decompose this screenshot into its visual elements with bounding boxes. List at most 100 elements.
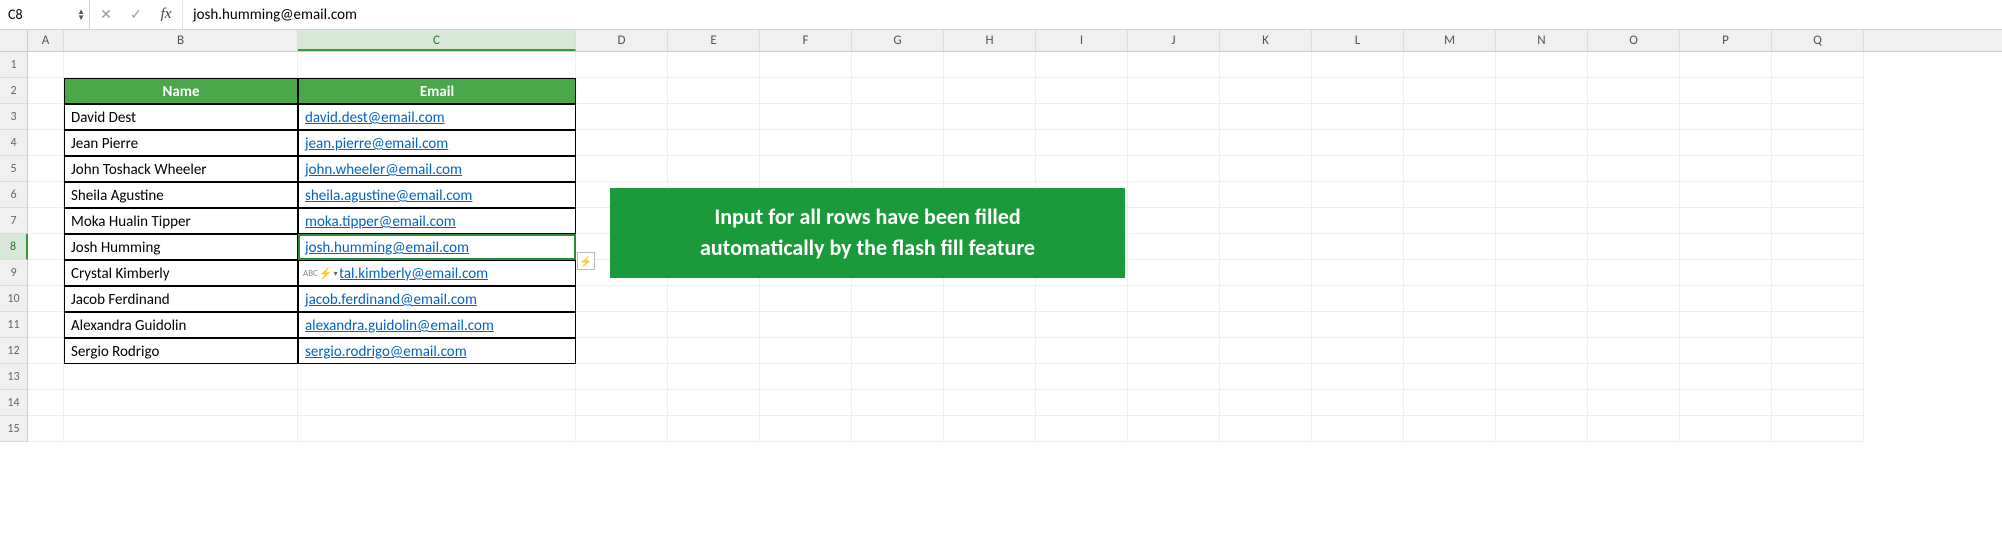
cell-L10[interactable]	[1312, 286, 1404, 312]
email-link[interactable]: alexandra.guidolin@email.com	[305, 317, 494, 335]
cell-P5[interactable]	[1680, 156, 1772, 182]
cell-J4[interactable]	[1128, 130, 1220, 156]
cell-J13[interactable]	[1128, 364, 1220, 390]
cell-E14[interactable]	[668, 390, 760, 416]
cell-A14[interactable]	[28, 390, 64, 416]
cell-P4[interactable]	[1680, 130, 1772, 156]
email-link[interactable]: sheila.agustine@email.com	[305, 187, 472, 205]
cell-M5[interactable]	[1404, 156, 1496, 182]
cell-F10[interactable]	[760, 286, 852, 312]
cell-C6[interactable]: sheila.agustine@email.com	[298, 182, 576, 208]
cell-K8[interactable]	[1220, 234, 1312, 260]
cell-D2[interactable]	[576, 78, 668, 104]
cell-D10[interactable]	[576, 286, 668, 312]
row-header-7[interactable]: 7	[0, 208, 28, 234]
cell-N5[interactable]	[1496, 156, 1588, 182]
column-header-P[interactable]: P	[1680, 30, 1772, 51]
cell-H3[interactable]	[944, 104, 1036, 130]
cell-M8[interactable]	[1404, 234, 1496, 260]
cell-C2[interactable]: Email	[298, 78, 576, 104]
cell-I12[interactable]	[1036, 338, 1128, 364]
cell-P3[interactable]	[1680, 104, 1772, 130]
cell-D15[interactable]	[576, 416, 668, 442]
cell-J3[interactable]	[1128, 104, 1220, 130]
cell-E5[interactable]	[668, 156, 760, 182]
cell-B12[interactable]: Sergio Rodrigo	[64, 338, 298, 364]
cell-B10[interactable]: Jacob Ferdinand	[64, 286, 298, 312]
column-header-K[interactable]: K	[1220, 30, 1312, 51]
cell-G2[interactable]	[852, 78, 944, 104]
cell-E12[interactable]	[668, 338, 760, 364]
cell-L12[interactable]	[1312, 338, 1404, 364]
row-header-10[interactable]: 10	[0, 286, 28, 312]
cell-F5[interactable]	[760, 156, 852, 182]
cell-B14[interactable]	[64, 390, 298, 416]
cell-C9[interactable]: ABC⚡▾tal.kimberly@email.com	[298, 260, 576, 286]
cell-B4[interactable]: Jean Pierre	[64, 130, 298, 156]
cell-K3[interactable]	[1220, 104, 1312, 130]
flash-fill-icon[interactable]: ABC⚡▾	[301, 261, 340, 286]
column-header-L[interactable]: L	[1312, 30, 1404, 51]
cell-J9[interactable]	[1128, 260, 1220, 286]
email-link[interactable]: moka.tipper@email.com	[305, 213, 456, 231]
row-header-5[interactable]: 5	[0, 156, 28, 182]
cell-N12[interactable]	[1496, 338, 1588, 364]
chevron-down-icon[interactable]: ▼	[77, 15, 85, 21]
cell-A3[interactable]	[28, 104, 64, 130]
cell-O1[interactable]	[1588, 52, 1680, 78]
cell-G3[interactable]	[852, 104, 944, 130]
cell-O10[interactable]	[1588, 286, 1680, 312]
column-header-B[interactable]: B	[64, 30, 298, 51]
cell-N3[interactable]	[1496, 104, 1588, 130]
cell-L2[interactable]	[1312, 78, 1404, 104]
cell-B5[interactable]: John Toshack Wheeler	[64, 156, 298, 182]
cell-C15[interactable]	[298, 416, 576, 442]
cell-E3[interactable]	[668, 104, 760, 130]
cell-Q12[interactable]	[1772, 338, 1864, 364]
cell-M1[interactable]	[1404, 52, 1496, 78]
cell-Q7[interactable]	[1772, 208, 1864, 234]
cell-N8[interactable]	[1496, 234, 1588, 260]
cell-I11[interactable]	[1036, 312, 1128, 338]
cell-B2[interactable]: Name	[64, 78, 298, 104]
cell-F11[interactable]	[760, 312, 852, 338]
cell-I5[interactable]	[1036, 156, 1128, 182]
cell-G1[interactable]	[852, 52, 944, 78]
cell-K6[interactable]	[1220, 182, 1312, 208]
cell-M4[interactable]	[1404, 130, 1496, 156]
cell-L3[interactable]	[1312, 104, 1404, 130]
cell-P1[interactable]	[1680, 52, 1772, 78]
cell-N9[interactable]	[1496, 260, 1588, 286]
cell-G15[interactable]	[852, 416, 944, 442]
cell-B7[interactable]: Moka Hualin Tipper	[64, 208, 298, 234]
cell-A6[interactable]	[28, 182, 64, 208]
cell-M3[interactable]	[1404, 104, 1496, 130]
cell-N1[interactable]	[1496, 52, 1588, 78]
column-header-H[interactable]: H	[944, 30, 1036, 51]
cell-E13[interactable]	[668, 364, 760, 390]
cell-L5[interactable]	[1312, 156, 1404, 182]
cell-M2[interactable]	[1404, 78, 1496, 104]
cell-Q3[interactable]	[1772, 104, 1864, 130]
cell-J7[interactable]	[1128, 208, 1220, 234]
cell-F13[interactable]	[760, 364, 852, 390]
cell-J6[interactable]	[1128, 182, 1220, 208]
cell-P14[interactable]	[1680, 390, 1772, 416]
cell-D14[interactable]	[576, 390, 668, 416]
email-link[interactable]: sergio.rodrigo@email.com	[305, 343, 467, 361]
cell-L13[interactable]	[1312, 364, 1404, 390]
cell-B13[interactable]	[64, 364, 298, 390]
cell-O14[interactable]	[1588, 390, 1680, 416]
column-header-D[interactable]: D	[576, 30, 668, 51]
row-header-3[interactable]: 3	[0, 104, 28, 130]
cell-N15[interactable]	[1496, 416, 1588, 442]
cell-L14[interactable]	[1312, 390, 1404, 416]
cell-N7[interactable]	[1496, 208, 1588, 234]
cell-A7[interactable]	[28, 208, 64, 234]
cell-F14[interactable]	[760, 390, 852, 416]
cell-A8[interactable]	[28, 234, 64, 260]
cell-Q8[interactable]	[1772, 234, 1864, 260]
cell-Q14[interactable]	[1772, 390, 1864, 416]
cell-P2[interactable]	[1680, 78, 1772, 104]
cell-P15[interactable]	[1680, 416, 1772, 442]
